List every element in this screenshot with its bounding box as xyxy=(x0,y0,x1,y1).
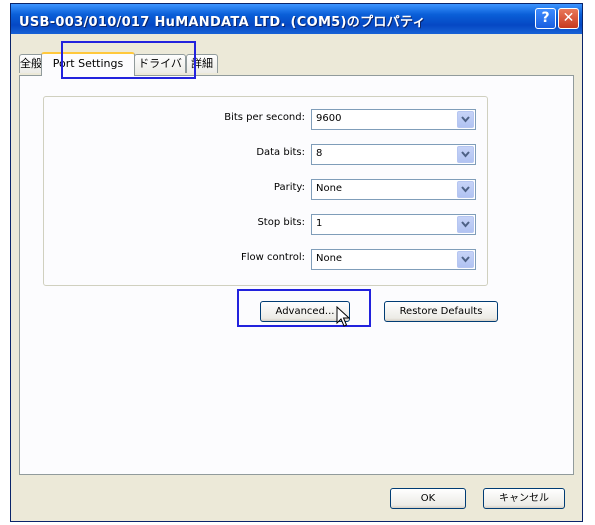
data-bits-select[interactable]: 8 xyxy=(311,144,476,165)
data-bits-row: Data bits: 8 xyxy=(44,144,487,166)
tab-port-settings[interactable]: Port Settings xyxy=(41,52,135,76)
flow-control-value: None xyxy=(316,253,343,264)
flow-control-row: Flow control: None xyxy=(44,249,487,271)
flow-control-select[interactable]: None xyxy=(311,249,476,270)
parity-label: Parity: xyxy=(273,182,305,193)
tab-details[interactable]: 詳細 xyxy=(186,54,218,73)
chevron-down-icon[interactable] xyxy=(457,181,474,198)
parity-value: None xyxy=(316,183,343,194)
properties-dialog: USB-003/010/017 HuMANDATA LTD. (COM5)のプロ… xyxy=(10,3,583,522)
parity-select[interactable]: None xyxy=(311,179,476,200)
close-button[interactable]: ✕ xyxy=(558,8,579,29)
parity-row: Parity: None xyxy=(44,179,487,201)
bits-per-second-label: Bits per second: xyxy=(224,112,305,123)
chevron-down-icon[interactable] xyxy=(457,111,474,128)
data-bits-label: Data bits: xyxy=(256,147,305,158)
chevron-down-icon[interactable] xyxy=(457,146,474,163)
window-title: USB-003/010/017 HuMANDATA LTD. (COM5)のプロ… xyxy=(19,15,426,30)
bits-per-second-select[interactable]: 9600 xyxy=(311,109,476,130)
ok-button[interactable]: OK xyxy=(390,488,466,509)
title-bar[interactable]: USB-003/010/017 HuMANDATA LTD. (COM5)のプロ… xyxy=(11,4,582,34)
stop-bits-row: Stop bits: 1 xyxy=(44,214,487,236)
tab-driver[interactable]: ドライバ xyxy=(134,54,186,73)
port-settings-page: Bits per second: 9600 Data bits: 8 Parit… xyxy=(19,75,574,475)
chevron-down-icon[interactable] xyxy=(457,216,474,233)
settings-group: Bits per second: 9600 Data bits: 8 Parit… xyxy=(43,96,488,286)
cancel-button[interactable]: キャンセル xyxy=(483,488,565,509)
mouse-pointer-icon xyxy=(336,306,350,327)
data-bits-value: 8 xyxy=(316,148,323,159)
chevron-down-icon[interactable] xyxy=(457,251,474,268)
bits-per-second-value: 9600 xyxy=(316,113,342,124)
restore-defaults-button[interactable]: Restore Defaults xyxy=(384,301,498,322)
stop-bits-select[interactable]: 1 xyxy=(311,214,476,235)
stop-bits-label: Stop bits: xyxy=(257,217,305,228)
bits-per-second-row: Bits per second: 9600 xyxy=(44,109,487,131)
stop-bits-value: 1 xyxy=(316,218,323,229)
flow-control-label: Flow control: xyxy=(240,252,305,263)
tab-general[interactable]: 全般 xyxy=(19,54,43,73)
help-button[interactable]: ? xyxy=(535,8,556,29)
